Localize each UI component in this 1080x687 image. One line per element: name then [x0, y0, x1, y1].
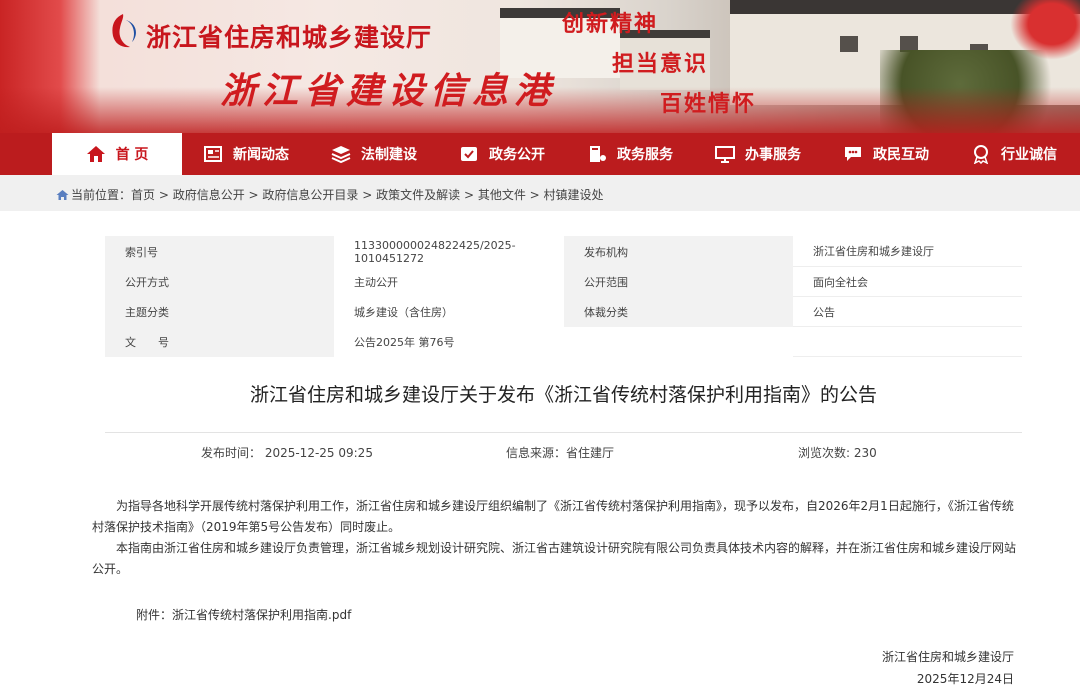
metadata-label: 体裁分类	[564, 297, 793, 327]
metadata-value: 浙江省住房和城乡建设厅	[793, 236, 1022, 267]
document-icon	[461, 147, 477, 161]
metadata-value: 公告2025年 第76号	[354, 335, 455, 349]
nav-item-label: 法制建设	[361, 147, 417, 163]
service-icon	[590, 146, 606, 162]
metadata-value: 主动公开	[354, 275, 398, 289]
nav-item-gov-service[interactable]: 政务服务	[566, 133, 694, 175]
portal-name: 浙江省建设信息港	[220, 70, 557, 112]
attachment-label: 附件：	[136, 608, 173, 622]
breadcrumb-bar: 当前位置： 首页 > 政府信息公开 > 政府信息公开目录 > 政策文件及解读 >…	[0, 175, 1080, 211]
nav-item-label: 政务服务	[617, 147, 673, 163]
nav-item-gov-affairs[interactable]: 政务公开	[438, 133, 566, 175]
metadata-label: 主题分类	[105, 297, 334, 327]
nav-item-home[interactable]: 首 页	[52, 133, 182, 175]
breadcrumb-separator: >	[358, 187, 377, 202]
slogan: 百姓情怀	[660, 91, 757, 117]
nav-item-office-service[interactable]: 办事服务	[694, 133, 822, 175]
metadata-row: 主题分类 城乡建设（含住房） 体裁分类 公告	[105, 297, 1022, 327]
breadcrumb-link[interactable]: 政府信息公开目录	[262, 186, 358, 203]
article-body: 为指导各地科学开展传统村落保护利用工作，浙江省住房和城乡建设厅组织编制了《浙江省…	[92, 496, 1022, 580]
sign-date: 2025年12月24日	[916, 672, 1014, 686]
article-paragraph: 本指南由浙江省住房和城乡建设厅负责管理，浙江省城乡规划设计研究院、浙江省古建筑设…	[92, 541, 1017, 576]
metadata-row: 文 号 公告2025年 第76号	[105, 327, 1022, 357]
breadcrumb-separator: >	[525, 187, 544, 202]
metadata-label: 索引号	[105, 236, 334, 267]
metadata-label: 文 号	[105, 327, 334, 357]
department-logo-icon[interactable]	[108, 12, 138, 50]
publish-time: 发布时间： 2025-12-25 09:25	[201, 446, 373, 460]
monitor-icon	[715, 146, 735, 163]
attachment-link[interactable]: 浙江省传统村落保护利用指南.pdf	[172, 608, 351, 622]
metadata-label: 公开方式	[105, 267, 334, 297]
nav-item-label: 政务公开	[489, 147, 545, 163]
nav-item-label: 办事服务	[745, 147, 801, 163]
view-count: 浏览次数: 230	[798, 446, 877, 460]
metadata-value: 公告	[793, 297, 1022, 327]
article-title: 浙江省住房和城乡建设厅关于发布《浙江省传统村落保护利用指南》的公告	[249, 384, 877, 406]
metadata-label: 公开范围	[564, 267, 793, 297]
header-banner: 浙江省住房和城乡建设厅 浙江省建设信息港 创新精神 担当意识 百姓情怀	[0, 0, 1080, 133]
home-icon	[56, 189, 69, 200]
medal-icon	[973, 145, 989, 164]
breadcrumb-separator: >	[244, 187, 263, 202]
metadata-label: 发布机构	[564, 236, 793, 267]
attachment: 附件：浙江省传统村落保护利用指南.pdf	[136, 606, 351, 623]
breadcrumb: 当前位置： 首页 > 政府信息公开 > 政府信息公开目录 > 政策文件及解读 >…	[56, 186, 604, 203]
signer: 浙江省住房和城乡建设厅	[881, 650, 1014, 664]
divider	[105, 432, 1022, 433]
breadcrumb-link[interactable]: 村镇建设处	[544, 186, 604, 203]
breadcrumb-link[interactable]: 首页	[131, 186, 155, 203]
main-nav: 首 页 新闻动态 法制建设 政务公开 政务服务 办事服务 政民互动 行业诚信	[0, 133, 1080, 175]
article-paragraph: 为指导各地科学开展传统村落保护利用工作，浙江省住房和城乡建设厅组织编制了《浙江省…	[92, 499, 1014, 534]
breadcrumb-link[interactable]: 政府信息公开	[173, 186, 245, 203]
metadata-value: 城乡建设（含住房）	[354, 305, 453, 319]
nav-item-label: 新闻动态	[233, 147, 289, 163]
metadata-row: 索引号 113300000024822425/2025-1010451272 发…	[105, 236, 1022, 267]
home-icon	[86, 146, 105, 162]
newspaper-icon	[204, 146, 222, 162]
metadata-value: 面向全社会	[793, 267, 1022, 297]
layers-icon	[331, 146, 351, 164]
info-source: 信息来源：省住建厅	[506, 446, 615, 460]
nav-item-credit[interactable]: 行业诚信	[950, 133, 1078, 175]
slogan: 担当意识	[612, 51, 709, 77]
nav-item-news[interactable]: 新闻动态	[182, 133, 310, 175]
metadata-row: 公开方式 主动公开 公开范围 面向全社会	[105, 267, 1022, 297]
dove-graphic	[1010, 0, 1080, 60]
nav-item-label: 政民互动	[873, 147, 929, 163]
nav-item-label: 首 页	[115, 147, 149, 163]
nav-item-legal[interactable]: 法制建设	[310, 133, 438, 175]
nav-item-interaction[interactable]: 政民互动	[822, 133, 950, 175]
breadcrumb-separator: >	[155, 187, 173, 202]
document-metadata-table: 索引号 113300000024822425/2025-1010451272 发…	[105, 236, 1022, 357]
slogan: 创新精神	[562, 11, 659, 37]
nav-item-label: 行业诚信	[1001, 147, 1057, 163]
breadcrumb-link[interactable]: 其他文件	[478, 186, 526, 203]
breadcrumb-separator: >	[460, 187, 478, 202]
metadata-value: 113300000024822425/2025-1010451272	[354, 238, 516, 265]
breadcrumb-link[interactable]: 政策文件及解读	[376, 186, 460, 203]
department-name[interactable]: 浙江省住房和城乡建设厅	[146, 18, 432, 54]
breadcrumb-prefix: 当前位置：	[71, 188, 132, 202]
chat-icon	[845, 147, 861, 161]
